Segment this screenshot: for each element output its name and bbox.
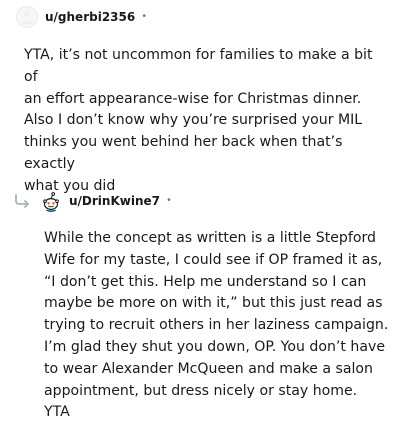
snoo-avatar-icon[interactable] bbox=[40, 190, 62, 212]
reply-username[interactable]: u/DrinKwine7 bbox=[69, 195, 160, 207]
reply-header: u/DrinKwine7 • bbox=[14, 189, 172, 213]
comment-text: YTA, it’s not uncommon for families to m… bbox=[24, 47, 373, 194]
person-silhouette-icon bbox=[21, 11, 33, 24]
comment-username[interactable]: u/gherbi2356 bbox=[45, 11, 135, 23]
meta-separator: • bbox=[166, 195, 172, 206]
snoo-icon bbox=[43, 192, 59, 212]
meta-separator: • bbox=[141, 11, 148, 22]
reply-text: While the concept as written is a little… bbox=[44, 230, 389, 421]
comment-header: u/gherbi2356 • bbox=[16, 5, 147, 29]
default-user-avatar-icon[interactable] bbox=[16, 6, 38, 28]
